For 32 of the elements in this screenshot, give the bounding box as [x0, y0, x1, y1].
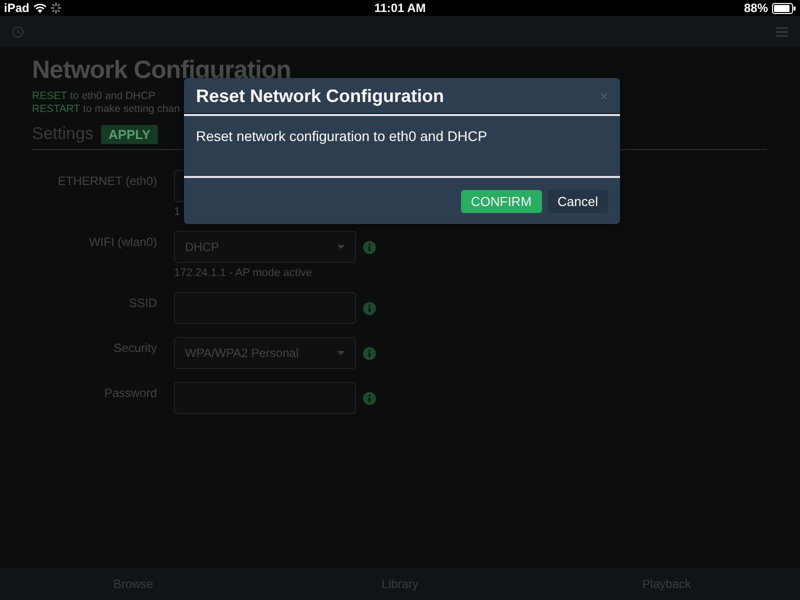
- field-label: ETHERNET (eth0): [56, 173, 157, 190]
- note-text: to eth0 and DHCP: [70, 90, 156, 102]
- clock-icon[interactable]: [12, 26, 24, 38]
- confirm-button[interactable]: CONFIRM: [460, 190, 542, 212]
- field-hint: 1: [174, 206, 182, 218]
- caret-icon: [337, 351, 345, 355]
- dialog-title: Reset Network Configuration: [196, 86, 444, 106]
- note-text: to make setting chan: [83, 103, 180, 115]
- dialog-message: Reset network configuration to eth0 and DHCP: [196, 128, 488, 144]
- note-link[interactable]: RESTART: [32, 103, 80, 115]
- carrier-label: iPad: [4, 1, 30, 15]
- note-link[interactable]: RESET: [32, 90, 68, 102]
- battery-icon: [772, 2, 796, 14]
- apply-button[interactable]: APPLY: [101, 124, 158, 144]
- info-icon[interactable]: [363, 346, 376, 360]
- caret-icon: [337, 245, 345, 249]
- field-label: Password: [103, 385, 157, 402]
- info-icon[interactable]: [363, 240, 376, 254]
- close-button[interactable]: ×: [600, 88, 608, 104]
- wifi-icon: [33, 2, 48, 14]
- activity-icon: [51, 3, 62, 13]
- cancel-button[interactable]: Cancel: [548, 190, 608, 212]
- field-label: WIFI (wlan0): [88, 234, 157, 251]
- info-icon[interactable]: [363, 302, 376, 314]
- clock: 11:01 AM: [374, 1, 426, 15]
- field-label: SSID: [128, 295, 157, 312]
- menu-icon[interactable]: [776, 26, 788, 36]
- field-label: Security: [112, 340, 157, 357]
- page-title: Network Configuration: [32, 57, 292, 83]
- battery-percent: 88%: [744, 1, 768, 15]
- field-hint: 172.24.1.1 - AP mode active: [174, 267, 313, 279]
- info-icon[interactable]: [363, 392, 376, 404]
